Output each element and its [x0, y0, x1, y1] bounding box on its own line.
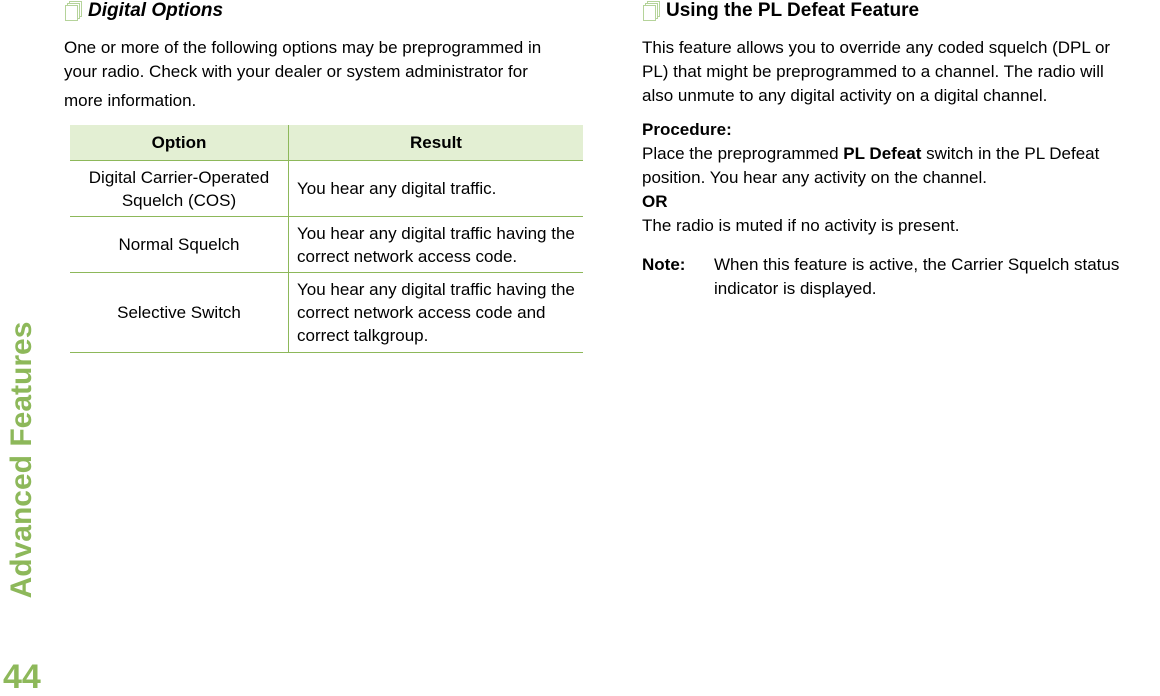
header-option: Option	[70, 125, 289, 161]
procedure-label: Procedure:	[642, 120, 732, 139]
table-row: Normal Squelch You hear any digital traf…	[70, 216, 583, 273]
table-header-row: Option Result	[70, 125, 583, 161]
document-stack-icon	[642, 1, 660, 21]
cell-result: You hear any digital traffic having the …	[288, 216, 583, 273]
pl-defeat-heading: Using the PL Defeat Feature	[642, 0, 919, 22]
procedure-step: Place the preprogrammed PL Defeat switch…	[642, 144, 1100, 163]
cell-option: Normal Squelch	[70, 216, 289, 273]
section-tab: Advanced Features	[2, 322, 42, 599]
table-row: Digital Carrier-Operated Squelch (COS) Y…	[70, 160, 583, 217]
procedure-block: Procedure: Place the preprogrammed PL De…	[642, 120, 1100, 235]
digital-options-heading: Digital Options	[64, 0, 223, 22]
header-result: Result	[288, 125, 583, 161]
page-number: 44	[3, 658, 41, 696]
cell-result: You hear any digital traffic having the …	[288, 272, 583, 353]
table-row: Selective Switch You hear any digital tr…	[70, 272, 583, 353]
note-text: When this feature is active, the Carrier…	[714, 255, 1120, 298]
cell-result: You hear any digital traffic.	[288, 160, 583, 217]
cell-option: Selective Switch	[70, 272, 289, 353]
pl-defeat-intro: This feature allows you to override any …	[642, 38, 1111, 105]
document-stack-icon	[64, 1, 82, 21]
digital-options-intro: One or more of the following options may…	[64, 38, 542, 110]
note: Note: When this feature is active, the C…	[642, 253, 1119, 301]
note-label: Note:	[642, 255, 686, 274]
section-title: Advanced Features	[5, 321, 38, 599]
options-table: Option Result Digital Carrier-Operated S…	[70, 125, 583, 353]
cell-option: Digital Carrier-Operated Squelch (COS)	[70, 160, 289, 217]
or-label: OR	[642, 192, 668, 211]
